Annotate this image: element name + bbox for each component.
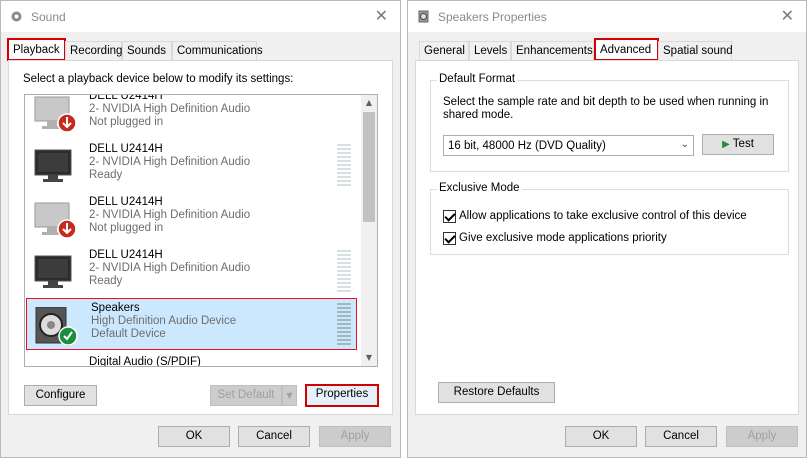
tab-spatial-sound[interactable]: Spatial sound: [658, 41, 733, 60]
level-meter: [337, 303, 351, 347]
restore-defaults-button[interactable]: Restore Defaults: [438, 382, 555, 403]
properties-window-title: Speakers Properties: [438, 10, 547, 24]
apply-button[interactable]: Apply: [726, 426, 798, 447]
speakers-properties-window: Speakers Properties ✕ General Levels Enh…: [407, 0, 807, 458]
device-name: Digital Audio (S/PDIF): [89, 356, 201, 367]
default-format-heading: Default Format: [437, 73, 518, 85]
exclusive-control-checkbox[interactable]: [443, 210, 456, 223]
sound-window: Sound ✕ Playback Recording Sounds Commun…: [0, 0, 401, 458]
device-status: Default Device: [91, 328, 166, 340]
level-meter: [337, 250, 351, 294]
tab-communications[interactable]: Communications: [172, 41, 263, 60]
tab-playback[interactable]: Playback: [7, 38, 66, 61]
format-select-value: 16 bit, 48000 Hz (DVD Quality): [448, 140, 606, 152]
device-driver: 2- NVIDIA High Definition Audio: [89, 262, 251, 274]
format-description: Select the sample rate and bit depth to …: [443, 96, 769, 121]
tab-advanced[interactable]: Advanced: [594, 38, 659, 61]
tab-sounds[interactable]: Sounds: [122, 41, 172, 60]
cancel-button[interactable]: Cancel: [645, 426, 717, 447]
tab-enhancements[interactable]: Enhancements: [511, 41, 594, 60]
configure-button[interactable]: Configure: [24, 385, 97, 406]
exclusive-priority-checkbox[interactable]: [443, 232, 456, 245]
device-driver: 2- NVIDIA High Definition Audio: [89, 156, 251, 168]
list-item-selected[interactable]: Speakers High Definition Audio Device De…: [26, 298, 357, 350]
format-select[interactable]: 16 bit, 48000 Hz (DVD Quality) ⌄: [443, 135, 694, 156]
list-item[interactable]: DELL U2414H 2- NVIDIA High Definition Au…: [25, 140, 363, 193]
play-icon: ▶: [722, 139, 730, 150]
device-driver: 2- NVIDIA High Definition Audio: [89, 103, 251, 115]
sound-app-icon: [11, 11, 22, 22]
properties-titlebar: Speakers Properties ✕: [408, 1, 806, 32]
device-name: Speakers: [91, 302, 140, 314]
scroll-down-icon[interactable]: ▼: [361, 350, 377, 366]
ok-button[interactable]: OK: [565, 426, 637, 447]
advanced-panel: Default Format Select the sample rate an…: [415, 60, 799, 415]
monitor-unplugged-icon: [34, 96, 77, 133]
monitor-icon: [34, 255, 72, 288]
list-item[interactable]: Digital Audio (S/PDIF): [25, 352, 363, 367]
speaker-app-icon: [418, 10, 429, 23]
list-item[interactable]: DELL U2414H 2- NVIDIA High Definition Au…: [25, 246, 363, 299]
sound-titlebar: Sound ✕: [1, 1, 400, 32]
apply-button[interactable]: Apply: [319, 426, 391, 447]
device-driver: 2- NVIDIA High Definition Audio: [89, 209, 251, 221]
device-status: Not plugged in: [89, 222, 164, 234]
exclusive-mode-heading: Exclusive Mode: [437, 182, 522, 194]
set-default-dropdown-icon[interactable]: ▼: [282, 385, 297, 406]
test-button-label: Test: [732, 138, 754, 150]
tab-recording[interactable]: Recording: [65, 41, 122, 60]
device-name: DELL U2414H: [89, 94, 163, 102]
device-status: Ready: [89, 169, 123, 181]
exclusive-priority-label: Give exclusive mode applications priorit…: [459, 232, 667, 244]
cancel-button[interactable]: Cancel: [238, 426, 310, 447]
device-name: DELL U2414H: [89, 249, 163, 261]
scroll-up-icon[interactable]: ▲: [361, 95, 377, 111]
test-button[interactable]: ▶ Test: [702, 134, 774, 155]
exclusive-mode-group: Exclusive Mode Allow applications to tak…: [430, 182, 789, 255]
level-meter: [337, 144, 351, 188]
device-driver: High Definition Audio Device: [91, 315, 237, 327]
set-default-button[interactable]: Set Default: [210, 385, 282, 406]
default-format-group: Default Format Select the sample rate an…: [430, 73, 789, 172]
exclusive-control-label: Allow applications to take exclusive con…: [459, 210, 747, 222]
close-icon[interactable]: ✕: [781, 6, 794, 25]
device-list[interactable]: DELL U2414H 2- NVIDIA High Definition Au…: [24, 94, 378, 367]
tab-general[interactable]: General: [419, 41, 469, 60]
monitor-unplugged-icon: [34, 202, 77, 239]
device-status: Ready: [89, 275, 123, 287]
list-item[interactable]: DELL U2414H 2- NVIDIA High Definition Au…: [25, 94, 363, 140]
device-name: DELL U2414H: [89, 143, 163, 155]
device-status: Not plugged in: [89, 116, 164, 128]
tab-levels[interactable]: Levels: [469, 41, 511, 60]
device-name: DELL U2414H: [89, 196, 163, 208]
monitor-icon: [34, 149, 72, 182]
playback-instruction: Select a playback device below to modify…: [23, 73, 294, 85]
close-icon[interactable]: ✕: [375, 6, 388, 25]
device-list-scrollbar[interactable]: ▲ ▼: [361, 95, 377, 366]
list-item[interactable]: DELL U2414H 2- NVIDIA High Definition Au…: [25, 193, 363, 246]
properties-button[interactable]: Properties: [305, 384, 379, 407]
chevron-down-icon: ⌄: [680, 139, 689, 150]
speaker-default-icon: [35, 307, 78, 345]
scroll-thumb[interactable]: [363, 112, 375, 222]
sound-window-title: Sound: [31, 10, 66, 24]
ok-button[interactable]: OK: [158, 426, 230, 447]
